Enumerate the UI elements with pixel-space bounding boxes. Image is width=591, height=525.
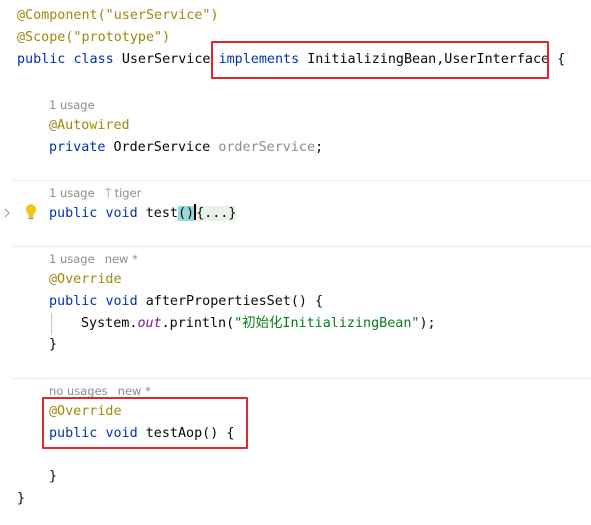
class-open-brace: { bbox=[557, 52, 566, 67]
folded-body[interactable]: {...} bbox=[196, 206, 237, 221]
method-signature: afterPropertiesSet() { bbox=[145, 294, 324, 309]
usage-author-hint[interactable]: 1 usage ⍑ tiger bbox=[49, 185, 151, 201]
method-name: test bbox=[145, 206, 178, 221]
kw-void: void bbox=[105, 206, 138, 221]
kw-public: public bbox=[49, 206, 98, 221]
author-icon: ⍑ bbox=[104, 186, 112, 200]
override-annotation: @Override bbox=[49, 272, 122, 287]
kw-public: public bbox=[17, 52, 66, 67]
println-statement: System.out.println("初始化InitializingBean"… bbox=[81, 316, 436, 331]
usage-hint[interactable]: 1 usage bbox=[49, 97, 105, 113]
field-declaration: private OrderService orderService; bbox=[49, 140, 324, 155]
method-separator bbox=[12, 378, 591, 379]
kw-private: private bbox=[49, 140, 106, 155]
test-aop-highlight-box bbox=[42, 397, 248, 449]
method-close-brace: } bbox=[49, 337, 58, 352]
indent-guide bbox=[51, 313, 52, 335]
lightbulb-icon[interactable] bbox=[24, 203, 38, 221]
test-method-declaration[interactable]: public void test() {...} bbox=[49, 204, 237, 224]
method-close-brace: } bbox=[49, 469, 58, 484]
field-type: OrderService bbox=[113, 140, 211, 155]
class-close-brace: } bbox=[17, 491, 26, 506]
scope-annotation: @Scope("prototype") bbox=[17, 30, 171, 45]
after-properties-set-declaration: public void afterPropertiesSet() { bbox=[49, 292, 323, 312]
class-name: UserService bbox=[121, 52, 211, 67]
kw-class: class bbox=[73, 52, 114, 67]
method-separator bbox=[12, 180, 591, 181]
kw-public: public bbox=[49, 294, 98, 309]
code-editor[interactable]: @Component("userService") @Scope("protot… bbox=[0, 0, 591, 525]
implements-highlight-box bbox=[211, 41, 549, 79]
autowired-annotation: @Autowired bbox=[49, 118, 130, 133]
kw-void: void bbox=[105, 294, 138, 309]
usage-hint[interactable]: 1 usage new * bbox=[49, 251, 148, 267]
field-name: orderService bbox=[218, 140, 316, 155]
method-parens: () bbox=[178, 206, 195, 221]
editor-gutter[interactable] bbox=[0, 0, 12, 525]
fold-arrow-icon[interactable] bbox=[3, 208, 11, 218]
component-annotation: @Component("userService") bbox=[17, 8, 219, 23]
method-separator bbox=[12, 246, 591, 247]
